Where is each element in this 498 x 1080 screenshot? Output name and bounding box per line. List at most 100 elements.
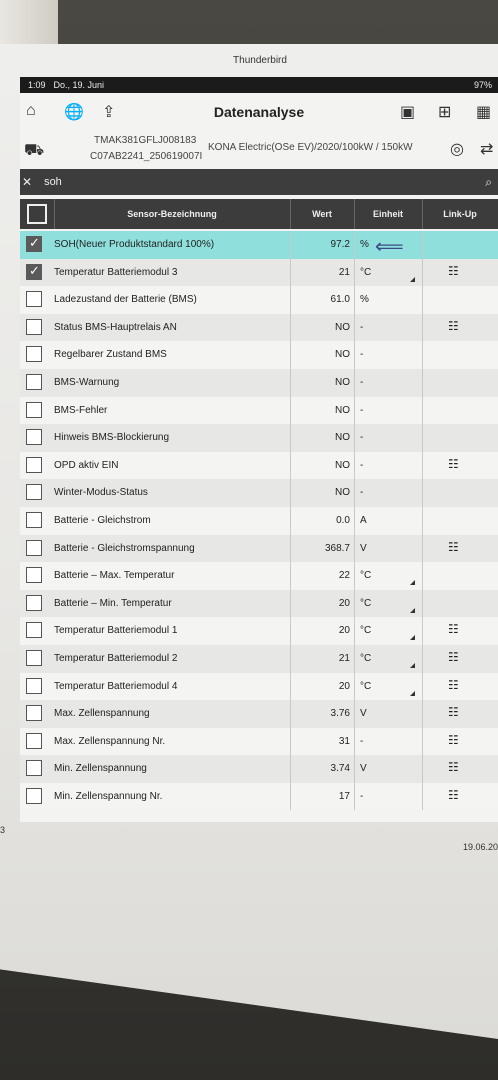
sensor-value: 3.74 — [330, 763, 350, 775]
unit-dropdown-icon[interactable] — [410, 690, 415, 696]
sensor-name: Winter-Modus-Status — [54, 487, 148, 499]
table-row[interactable]: Batterie – Min. Temperatur 20 °C — [20, 589, 498, 618]
column-divider — [290, 562, 291, 590]
sensor-value: 17 — [338, 790, 350, 802]
row-checkbox[interactable] — [26, 373, 42, 390]
status-time: 1:09 — [28, 80, 46, 90]
col-unit[interactable]: Einheit — [354, 199, 423, 229]
table-row[interactable]: Batterie – Max. Temperatur 22 °C — [20, 562, 498, 590]
column-divider — [290, 506, 291, 535]
status-date: Do., 19. Juni — [53, 80, 105, 90]
table-row[interactable]: Batterie - Gleichstrom 0.0 A — [20, 506, 498, 535]
row-checkbox[interactable] — [26, 456, 42, 473]
column-divider — [290, 341, 291, 369]
linkup-icon[interactable]: ☷ — [448, 678, 459, 692]
table-row[interactable]: Winter-Modus-Status NO - — [20, 479, 498, 507]
table-row[interactable]: SOH(Neuer Produktstandard 100%) 97.2% — [20, 231, 498, 259]
sensor-unit: - — [360, 459, 364, 471]
row-checkbox[interactable] — [26, 263, 42, 280]
refresh-icon[interactable]: ⇄ — [480, 139, 493, 159]
row-checkbox[interactable] — [26, 318, 42, 335]
row-checkbox[interactable] — [26, 705, 42, 722]
sensor-unit: °C — [360, 625, 372, 637]
column-divider — [290, 451, 291, 480]
sensor-name: Min. Zellenspannung — [54, 763, 147, 775]
linkup-icon[interactable]: ☷ — [448, 540, 459, 554]
table-row[interactable]: Max. Zellenspannung 3.76 V ☷ — [20, 700, 498, 728]
table-row[interactable]: Hinweis BMS-Blockierung NO - — [20, 424, 498, 452]
row-checkbox[interactable] — [26, 760, 42, 777]
sensor-name: Max. Zellenspannung — [54, 708, 150, 720]
sensor-name: Batterie - Gleichstrom — [54, 514, 151, 526]
vehicle-model: KONA Electric(OSe EV)/2020/100kW / 150kW — [208, 142, 413, 153]
row-checkbox[interactable] — [26, 429, 42, 446]
row-checkbox[interactable] — [26, 732, 42, 749]
expand-icon[interactable]: ⊞ — [438, 102, 451, 122]
search-input[interactable]: soh — [44, 176, 62, 188]
table-row[interactable]: Min. Zellenspannung Nr. 17- ☷ — [20, 782, 498, 811]
row-checkbox[interactable] — [26, 401, 42, 418]
table-row[interactable]: Temperatur Batteriemodul 1 20 °C ☷ — [20, 617, 498, 645]
table-row[interactable]: Max. Zellenspannung Nr. 31- ☷ — [20, 727, 498, 756]
sensor-value: 21 — [338, 266, 350, 278]
row-checkbox[interactable] — [26, 484, 42, 501]
sensor-value: 22 — [338, 570, 350, 582]
row-checkbox[interactable] — [26, 649, 42, 666]
table-row[interactable]: Temperatur Batteriemodul 4 20 °C ☷ — [20, 672, 498, 701]
column-divider — [290, 700, 291, 728]
linkup-icon[interactable]: ☷ — [448, 733, 459, 747]
col-linkup[interactable]: Link-Up — [422, 199, 498, 229]
table-row[interactable]: Ladezustand der Batterie (BMS) 61.0% — [20, 286, 498, 314]
row-checkbox[interactable] — [26, 539, 42, 556]
col-value[interactable]: Wert — [290, 199, 355, 229]
table-row[interactable]: OPD aktiv EIN NO - ☷ — [20, 451, 498, 480]
select-all[interactable] — [20, 199, 55, 229]
row-checkbox[interactable] — [26, 235, 42, 252]
linkup-icon[interactable]: ☷ — [448, 264, 459, 278]
col-sensor[interactable]: Sensor-Bezeichnung — [54, 199, 291, 229]
linkup-icon[interactable]: ☷ — [448, 622, 459, 636]
linkup-icon[interactable]: ☷ — [448, 788, 459, 802]
linkup-icon[interactable]: ☷ — [448, 457, 459, 471]
row-checkbox[interactable] — [26, 291, 42, 308]
sensor-name: Temperatur Batteriemodul 2 — [54, 652, 178, 664]
linkup-icon[interactable]: ☷ — [448, 760, 459, 774]
linkup-icon[interactable]: ☷ — [448, 319, 459, 333]
device-icon[interactable]: ▣ — [400, 102, 415, 122]
row-checkbox[interactable] — [26, 594, 42, 611]
row-checkbox[interactable] — [26, 567, 42, 584]
linkup-icon[interactable]: ☷ — [448, 705, 459, 719]
table-row[interactable]: Min. Zellenspannung 3.74 V ☷ — [20, 755, 498, 783]
unit-dropdown-icon[interactable] — [410, 580, 415, 586]
select-all-checkbox[interactable] — [27, 204, 47, 224]
unit-dropdown-icon[interactable] — [410, 635, 415, 641]
row-checkbox[interactable] — [26, 677, 42, 694]
table-row[interactable]: Temperatur Batteriemodul 2 21 °C ☷ — [20, 644, 498, 673]
unit-dropdown-icon[interactable] — [410, 662, 415, 668]
table-row[interactable]: Regelbarer Zustand BMS NO - — [20, 341, 498, 369]
row-checkbox[interactable] — [26, 346, 42, 363]
row-checkbox[interactable] — [26, 787, 42, 804]
column-divider — [354, 672, 355, 701]
row-checkbox[interactable] — [26, 511, 42, 528]
sensor-unit: °C — [360, 597, 372, 609]
table-row[interactable]: Temperatur Batteriemodul 3 21 °C ☷ — [20, 258, 498, 287]
table-row[interactable]: BMS-Fehler NO - — [20, 396, 498, 425]
search-icon[interactable]: ⌕ — [485, 175, 492, 190]
table-row[interactable]: Status BMS-Hauptrelais AN NO - ☷ — [20, 313, 498, 342]
pulse-icon[interactable]: ◎ — [450, 139, 464, 159]
column-divider — [422, 286, 423, 314]
row-checkbox[interactable] — [26, 622, 42, 639]
column-divider — [422, 341, 423, 369]
table-row[interactable]: Batterie - Gleichstromspannung 368.7 V ☷ — [20, 534, 498, 563]
column-divider — [354, 368, 355, 397]
column-divider — [422, 534, 423, 563]
close-icon[interactable]: ✕ — [22, 175, 32, 189]
unit-dropdown-icon[interactable] — [410, 276, 415, 282]
table-row[interactable]: BMS-Warnung NO - — [20, 368, 498, 397]
grid-icon[interactable]: ▦ — [476, 102, 491, 122]
column-divider — [290, 727, 291, 756]
unit-dropdown-icon[interactable] — [410, 607, 415, 613]
column-divider — [290, 231, 291, 259]
linkup-icon[interactable]: ☷ — [448, 650, 459, 664]
